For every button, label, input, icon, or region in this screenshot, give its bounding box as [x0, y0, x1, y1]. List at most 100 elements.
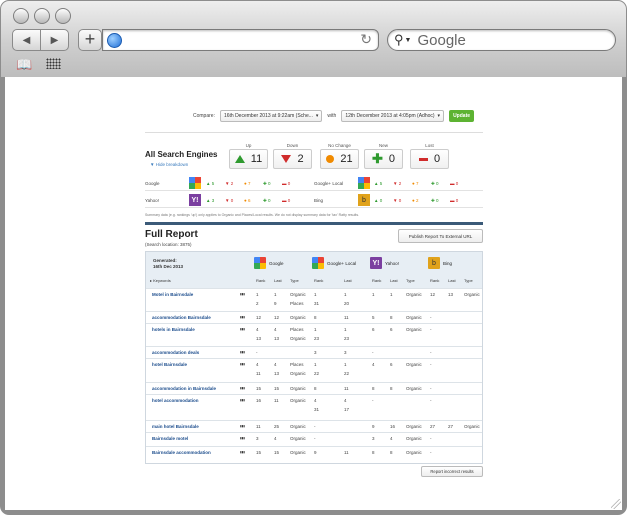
report-table: Generated: 16th Dec 2013 Google Google+ L… — [145, 251, 483, 464]
summary-row-google: Google ▲ 5 ▼ 2 ● 7 ✚ 0 ▬ 0 Google+ Local… — [145, 177, 483, 191]
table-row: accommodation deals ▮▮▮ - 3 3 - - — [146, 346, 482, 358]
bing-logo-icon: b — [358, 194, 370, 206]
down-count: ▼ 2 — [225, 181, 234, 186]
rank-cell: Organic — [464, 292, 480, 297]
top-sites-icon[interactable] — [46, 58, 61, 69]
engine-header-bing: b Bing — [428, 257, 452, 269]
up-count: ▲ 5 — [206, 181, 215, 186]
rank-cell: Organic — [290, 292, 306, 297]
chart-icon[interactable]: ▮▮▮ — [240, 292, 245, 296]
zoom-window-button[interactable] — [55, 8, 71, 24]
lost-value: 0 — [433, 153, 441, 165]
rank-cell: 4 — [274, 362, 277, 367]
chart-icon[interactable]: ▮▮▮ — [240, 424, 245, 428]
rank-cell: 22 — [344, 371, 350, 376]
col-last: Last — [274, 278, 282, 283]
generated-date: 16th Dec 2013 — [153, 264, 184, 269]
add-bookmark-button[interactable]: + — [78, 29, 102, 51]
keyword-link[interactable]: hotel Bairnsdale — [152, 362, 187, 367]
rank-cell: 1 — [314, 292, 317, 297]
keyword-link[interactable]: main hotel Bairnsdale — [152, 424, 199, 429]
up-value: 11 — [250, 153, 263, 165]
down-count: ▼ 0 — [393, 198, 402, 203]
rank-cell: - — [256, 350, 258, 355]
keyword-link[interactable]: accommodation in Bairnsdale — [152, 386, 216, 391]
up-count: ▲ 3 — [206, 198, 215, 203]
rank-cell: - — [372, 350, 374, 355]
keyword-link[interactable]: accommodation deals — [152, 350, 199, 355]
chart-icon[interactable]: ▮▮▮ — [240, 327, 245, 331]
update-button[interactable]: Update — [449, 110, 475, 122]
keyword-link[interactable]: Bairnsdale motel — [152, 436, 188, 441]
compare-to-select[interactable]: 12th December 2013 at 4:05pm (Adhoc) ▾ — [341, 110, 445, 122]
rank-cell: Organic — [290, 386, 306, 391]
chart-icon[interactable]: ▮▮▮ — [240, 436, 245, 440]
rank-cell: 1 — [344, 327, 347, 332]
back-icon[interactable]: ◀ — [13, 30, 41, 50]
rank-cell: 4 — [390, 436, 393, 441]
rank-cell: Organic — [406, 292, 422, 297]
rank-cell: 8 — [390, 315, 393, 320]
compare-from-select[interactable]: 16th December 2013 at 9:22am (Sche... ▾ — [219, 110, 323, 122]
same-count: ● 7 — [244, 181, 251, 186]
rank-cell: 15 — [274, 386, 280, 391]
rank-cell: - — [372, 398, 374, 403]
rank-cell: - — [430, 450, 432, 455]
bing-logo-icon: b — [428, 257, 440, 269]
chart-icon[interactable]: ▮▮▮ — [240, 398, 245, 402]
new-box: ✚ 0 — [364, 149, 403, 169]
reload-icon[interactable]: ↻ — [360, 31, 372, 48]
chart-icon[interactable]: ▮▮▮ — [240, 450, 245, 454]
bookmarks-icon[interactable]: 📖 — [16, 57, 32, 73]
minimize-window-button[interactable] — [34, 8, 50, 24]
rank-cell: 12 — [430, 292, 436, 297]
section-divider — [145, 222, 483, 225]
address-bar[interactable]: ↻ — [102, 29, 379, 51]
close-window-button[interactable] — [13, 8, 29, 24]
forward-icon[interactable]: ▶ — [41, 30, 68, 50]
publish-report-button[interactable]: Publish Report To External URL — [398, 229, 483, 243]
google-local-logo-icon — [312, 257, 324, 269]
new-value: 0 — [388, 153, 396, 165]
chevron-down-icon[interactable]: ▼ — [405, 37, 412, 44]
chart-icon[interactable]: ▮▮▮ — [240, 315, 245, 319]
rank-cell: 25 — [274, 424, 280, 429]
plus-icon: ✚ — [371, 151, 383, 166]
keyword-link[interactable]: hotel accommodation — [152, 398, 199, 403]
rank-cell: - — [430, 386, 432, 391]
rank-cell: 16 — [390, 424, 396, 429]
rank-cell: - — [430, 315, 432, 320]
table-row: Motel in Bairnsdale ▮▮▮ 1 1 Organic 1 1 1 1 Organ… — [146, 288, 482, 311]
rank-cell: Organic — [406, 424, 422, 429]
search-input[interactable]: ⚲ ▼ Google — [387, 29, 616, 51]
chart-icon[interactable]: ▮▮▮ — [240, 350, 245, 354]
col-rank: Rank — [372, 278, 382, 283]
keywords-header[interactable]: ▸ Keywords — [150, 278, 171, 283]
page-title: Full Report — [145, 229, 198, 240]
lost-count: ▬ 0 — [450, 181, 459, 186]
rank-cell: 11 — [274, 398, 279, 403]
keyword-link[interactable]: hotels in Bairnsdale — [152, 327, 195, 332]
keyword-link[interactable]: Motel in Bairnsdale — [152, 292, 193, 297]
report-incorrect-button[interactable]: Report incorrect results — [421, 466, 483, 477]
chart-icon[interactable]: ▮▮▮ — [240, 386, 245, 390]
rank-cell: Organic — [406, 386, 422, 391]
lost-count: ▬ 0 — [450, 198, 459, 203]
summary-title: All Search Engines — [145, 150, 218, 159]
globe-icon — [107, 33, 122, 48]
rank-cell: 23 — [314, 336, 320, 341]
up-count: ▲ 0 — [374, 198, 383, 203]
keyword-link[interactable]: accommodation Bairnsdale — [152, 315, 211, 320]
lost-box: 0 — [410, 149, 449, 169]
resize-handle[interactable] — [611, 499, 621, 509]
engine-label: Google — [269, 260, 284, 266]
rank-cell: Organic — [290, 398, 306, 403]
chart-icon[interactable]: ▮▮▮ — [240, 362, 245, 366]
rank-cell: 3 — [256, 436, 259, 441]
keyword-link[interactable]: Bairnsdale accommodation — [152, 450, 211, 455]
hide-breakdown-link[interactable]: ▼ Hide breakdown — [150, 162, 188, 167]
rank-cell: Organic — [406, 362, 422, 367]
rank-cell: 15 — [256, 450, 262, 455]
rank-cell: 13 — [274, 371, 280, 376]
rank-cell: 13 — [448, 292, 454, 297]
